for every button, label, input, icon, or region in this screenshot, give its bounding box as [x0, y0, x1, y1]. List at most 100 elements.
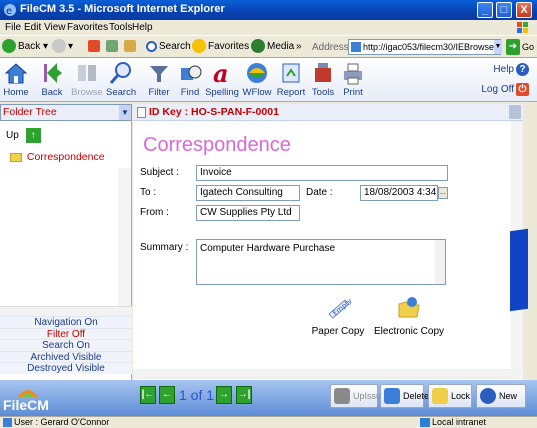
archived-toggle[interactable]: Archived Visible [0, 350, 132, 362]
new-button[interactable]: New [476, 384, 526, 408]
tree-horizontal-scrollbar[interactable] [0, 306, 132, 316]
next-page-button[interactable]: → [216, 386, 232, 404]
previous-page-button[interactable]: ← [159, 386, 175, 404]
workflow-label: WFlow [242, 87, 272, 98]
print-icon [344, 63, 362, 85]
find-icon [181, 65, 202, 80]
ie-refresh-button[interactable] [106, 39, 120, 55]
trash-icon[interactable] [509, 105, 521, 119]
menu-favorites[interactable]: Favorites [67, 22, 108, 33]
up-button[interactable]: Up ↑ [6, 128, 41, 143]
help-icon: ? [516, 62, 529, 76]
summary-scrollbar[interactable] [435, 240, 445, 284]
date-picker-button[interactable]: ... [438, 187, 448, 199]
ie-media-button[interactable]: Media [251, 39, 294, 55]
ie-home-button[interactable] [124, 39, 138, 55]
from-field[interactable]: CW Supplies Pty Ltd [196, 205, 300, 221]
back-arrow-icon [2, 39, 16, 54]
svg-text:a: a [213, 60, 229, 86]
status-page-icon [3, 418, 12, 427]
help-link[interactable]: Help? [481, 62, 529, 78]
go-button[interactable]: Go [522, 42, 534, 52]
date-field[interactable]: 18/08/2003 4:34: [360, 185, 438, 201]
maximize-button[interactable]: □ [496, 2, 512, 18]
filter-button[interactable]: Filter [145, 60, 173, 98]
lock-button[interactable]: Lock [428, 384, 472, 408]
ie-back-button[interactable]: Back ▾ [2, 39, 48, 55]
search-button[interactable]: Search [106, 60, 136, 98]
report-icon [282, 63, 300, 83]
ie-stop-button[interactable] [88, 39, 102, 55]
status-bar: User : Gerard O'Connor Local intranet [0, 416, 537, 428]
navigation-toggle[interactable]: Navigation On [0, 316, 132, 328]
search-toggle[interactable]: Search On [0, 339, 132, 351]
go-arrow-icon[interactable]: ➜ [506, 39, 520, 55]
report-button[interactable]: Report [276, 60, 306, 98]
browse-button[interactable]: Browse [70, 60, 104, 98]
magnifier-icon [146, 40, 157, 52]
spelling-button[interactable]: a Spelling [204, 60, 240, 98]
document-horizontal-scrollbar[interactable] [133, 369, 523, 379]
forward-arrow-icon [52, 39, 66, 54]
ie-forward-button[interactable]: ▾ [52, 39, 73, 55]
lock-label: Lock [451, 391, 471, 401]
subject-field[interactable]: Invoice [196, 165, 448, 181]
tree-scrollbar[interactable] [118, 168, 131, 308]
ie-favorites-label: Favorites [208, 41, 250, 52]
report-label: Report [276, 87, 306, 98]
tools-button[interactable]: Tools [310, 60, 336, 98]
menu-file[interactable]: File [5, 22, 21, 33]
brand-logo: FileCM [3, 397, 49, 413]
ie-favorites-button[interactable]: Favorites [192, 39, 249, 55]
search-label: Search [106, 87, 137, 98]
intranet-icon [420, 418, 430, 427]
date-label: Date : [306, 187, 333, 198]
delete-icon [384, 388, 400, 404]
menu-help[interactable]: Help [132, 22, 153, 33]
minimize-button[interactable]: _ [477, 2, 493, 18]
electronic-copy-button[interactable]: Electronic Copy [372, 294, 446, 337]
summary-text: Computer Hardware Purchase [200, 243, 336, 254]
back-icon [44, 63, 62, 83]
ie-media-label: Media [267, 41, 295, 52]
print-label: Print [343, 87, 363, 98]
find-button[interactable]: Find [178, 60, 202, 98]
refresh-icon [106, 40, 118, 53]
last-page-button[interactable]: →| [236, 386, 252, 404]
print-button[interactable]: Print [340, 60, 366, 98]
ie-more-chevron[interactable]: » [296, 39, 302, 55]
home-button[interactable]: Home [3, 60, 29, 98]
browse-icon [78, 65, 96, 81]
tools-label: Tools [311, 87, 335, 98]
to-field[interactable]: Igatech Consulting [196, 185, 300, 201]
filter-toggle[interactable]: Filter Off [0, 327, 132, 339]
menu-edit[interactable]: Edit [24, 22, 41, 33]
search-icon [109, 62, 131, 84]
tree-item-correspondence[interactable]: Correspondence [10, 151, 105, 163]
menu-view[interactable]: View [44, 22, 66, 33]
paper-copy-button[interactable]: Empty Paper Copy [308, 294, 368, 337]
summary-field[interactable]: Computer Hardware Purchase [196, 239, 446, 285]
stop-icon [88, 40, 100, 53]
log-off-label: Log Off [481, 84, 514, 95]
folder-tree-select[interactable]: Folder Tree ▼ [0, 104, 132, 121]
workflow-button[interactable]: WFlow [241, 60, 273, 98]
address-dropdown-icon[interactable]: ▼ [494, 40, 502, 54]
chevron-down-icon[interactable]: ▼ [119, 105, 131, 120]
window-title-bar: e FileCM 3.5 - Microsoft Internet Explor… [0, 0, 537, 20]
filter-icon [150, 66, 168, 82]
back-button[interactable]: Back [33, 60, 71, 98]
ie-icon: e [4, 4, 16, 17]
delete-button[interactable]: Delete [380, 384, 429, 408]
upissue-button[interactable]: UpIssue [330, 384, 386, 408]
first-page-button[interactable]: |← [140, 386, 156, 404]
close-button[interactable]: X [516, 2, 532, 18]
menu-tools[interactable]: Tools [109, 22, 132, 33]
status-user: User : Gerard O'Connor [14, 417, 110, 427]
ie-search-button[interactable]: Search [146, 39, 191, 55]
log-off-link[interactable]: Log Off ⏻ [481, 82, 529, 98]
destroyed-toggle[interactable]: Destroyed Visible [0, 362, 132, 374]
address-url: http://igac053/filecm30/IEBrowse.as [363, 42, 501, 52]
menu-bar: File Edit View Favorites Tools Help [0, 20, 537, 36]
address-field[interactable]: http://igac053/filecm30/IEBrowse.as [348, 39, 501, 55]
